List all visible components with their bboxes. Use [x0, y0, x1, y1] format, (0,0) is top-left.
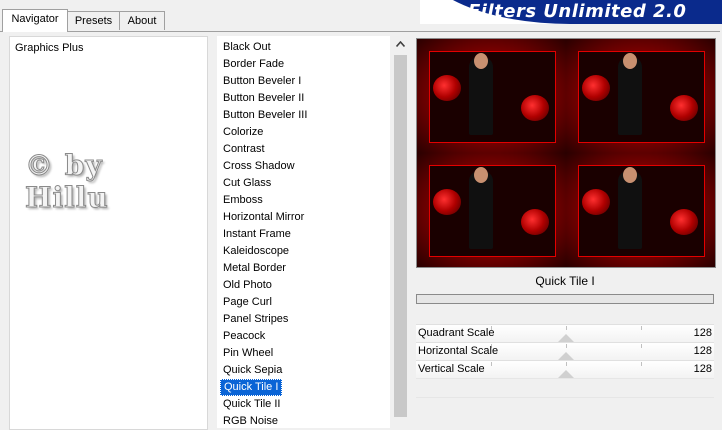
rose-shape — [582, 75, 610, 101]
tab-about[interactable]: About — [119, 11, 165, 30]
filter-list-scrollbar[interactable] — [392, 36, 409, 428]
parameter-slider-thumb[interactable] — [558, 334, 574, 342]
app-title: Filters Unlimited 2.0 — [468, 1, 687, 22]
watermark-line-1: © by — [25, 149, 103, 182]
parameter-row-empty — [416, 378, 714, 397]
parameter-row-empty — [416, 397, 714, 416]
rose-shape — [670, 95, 698, 121]
tab-presets[interactable]: Presets — [67, 11, 120, 30]
rose-shape — [433, 189, 461, 215]
filter-item[interactable]: Page Curl — [220, 294, 275, 311]
title-banner: Filters Unlimited 2.0 — [420, 0, 722, 24]
face-shape — [474, 167, 488, 183]
category-list[interactable]: Graphics Plus — [9, 36, 208, 430]
preview-tile — [417, 153, 566, 267]
face-shape — [474, 53, 488, 69]
tab-about-label: About — [127, 15, 157, 27]
filter-item[interactable]: Kaleidoscope — [220, 243, 292, 260]
face-shape — [623, 53, 637, 69]
slider-tick — [641, 344, 642, 348]
slider-tick — [566, 362, 567, 366]
chevron-up-icon[interactable] — [392, 36, 409, 53]
filter-item[interactable]: Quick Sepia — [220, 362, 285, 379]
parameter-value: 128 — [693, 345, 712, 357]
filter-item[interactable]: Panel Stripes — [220, 311, 291, 328]
watermark: © by Hillu — [25, 149, 145, 214]
parameter-value: 128 — [693, 363, 712, 375]
parameter-list: Quadrant Scale 128 Horizontal Scale 128 Vert… — [416, 324, 714, 416]
filter-item[interactable]: RGB Noise — [220, 413, 281, 430]
parameter-label: Quadrant Scale — [418, 327, 495, 339]
parameter-row[interactable]: Horizontal Scale 128 — [416, 342, 714, 361]
parameter-label: Horizontal Scale — [418, 345, 499, 357]
filter-list[interactable]: Black Out Border Fade Button Beveler I Butt… — [217, 36, 390, 428]
slider-tick — [566, 344, 567, 348]
filter-item[interactable]: Pin Wheel — [220, 345, 276, 362]
parameter-value: 128 — [693, 327, 712, 339]
preview-tile — [566, 39, 715, 153]
filter-item[interactable]: Button Beveler I — [220, 73, 304, 90]
slider-tick — [641, 326, 642, 330]
filter-item[interactable]: Black Out — [220, 39, 274, 56]
preview-tile — [417, 39, 566, 153]
scrollbar-thumb[interactable] — [394, 55, 407, 417]
parameter-row[interactable]: Quadrant Scale 128 — [416, 324, 714, 343]
preview-image — [416, 38, 716, 268]
rose-shape — [521, 209, 549, 235]
filter-item[interactable]: Cross Shadow — [220, 158, 298, 175]
slider-tick — [566, 326, 567, 330]
parameter-slider-thumb[interactable] — [558, 370, 574, 378]
filter-item[interactable]: Button Beveler III — [220, 107, 310, 124]
tab-navigator[interactable]: Navigator — [2, 9, 68, 32]
category-item-graphics-plus[interactable]: Graphics Plus — [14, 40, 84, 56]
tab-navigator-label: Navigator — [11, 13, 59, 25]
preview-tile — [566, 153, 715, 267]
filter-item[interactable]: Old Photo — [220, 277, 275, 294]
slider-tick — [491, 362, 492, 366]
parameter-label: Vertical Scale — [418, 363, 485, 375]
rose-shape — [582, 189, 610, 215]
filter-item[interactable]: Quick Tile II — [220, 396, 283, 413]
filter-item[interactable]: Cut Glass — [220, 175, 274, 192]
rose-shape — [433, 75, 461, 101]
face-shape — [623, 167, 637, 183]
filter-item[interactable]: Border Fade — [220, 56, 287, 73]
filter-item[interactable]: Button Beveler II — [220, 90, 307, 107]
filter-item[interactable]: Horizontal Mirror — [220, 209, 307, 226]
filter-item[interactable]: Peacock — [220, 328, 268, 345]
watermark-line-2: Hillu — [25, 181, 109, 214]
rose-shape — [670, 209, 698, 235]
filter-item[interactable]: Contrast — [220, 141, 268, 158]
filter-item[interactable]: Instant Frame — [220, 226, 294, 243]
filter-item[interactable]: Quick Tile I — [220, 379, 283, 396]
chevron-up-glyph — [395, 40, 406, 48]
filter-item[interactable]: Metal Border — [220, 260, 289, 277]
selected-filter-name: Quick Tile I — [416, 270, 714, 292]
filter-item[interactable]: Emboss — [220, 192, 266, 209]
parameter-row[interactable]: Vertical Scale 128 — [416, 360, 714, 379]
parameter-slider-thumb[interactable] — [558, 352, 574, 360]
rose-shape — [521, 95, 549, 121]
filter-item[interactable]: Colorize — [220, 124, 266, 141]
progress-bar — [416, 294, 714, 304]
tab-presets-label: Presets — [74, 15, 113, 27]
slider-tick — [641, 362, 642, 366]
